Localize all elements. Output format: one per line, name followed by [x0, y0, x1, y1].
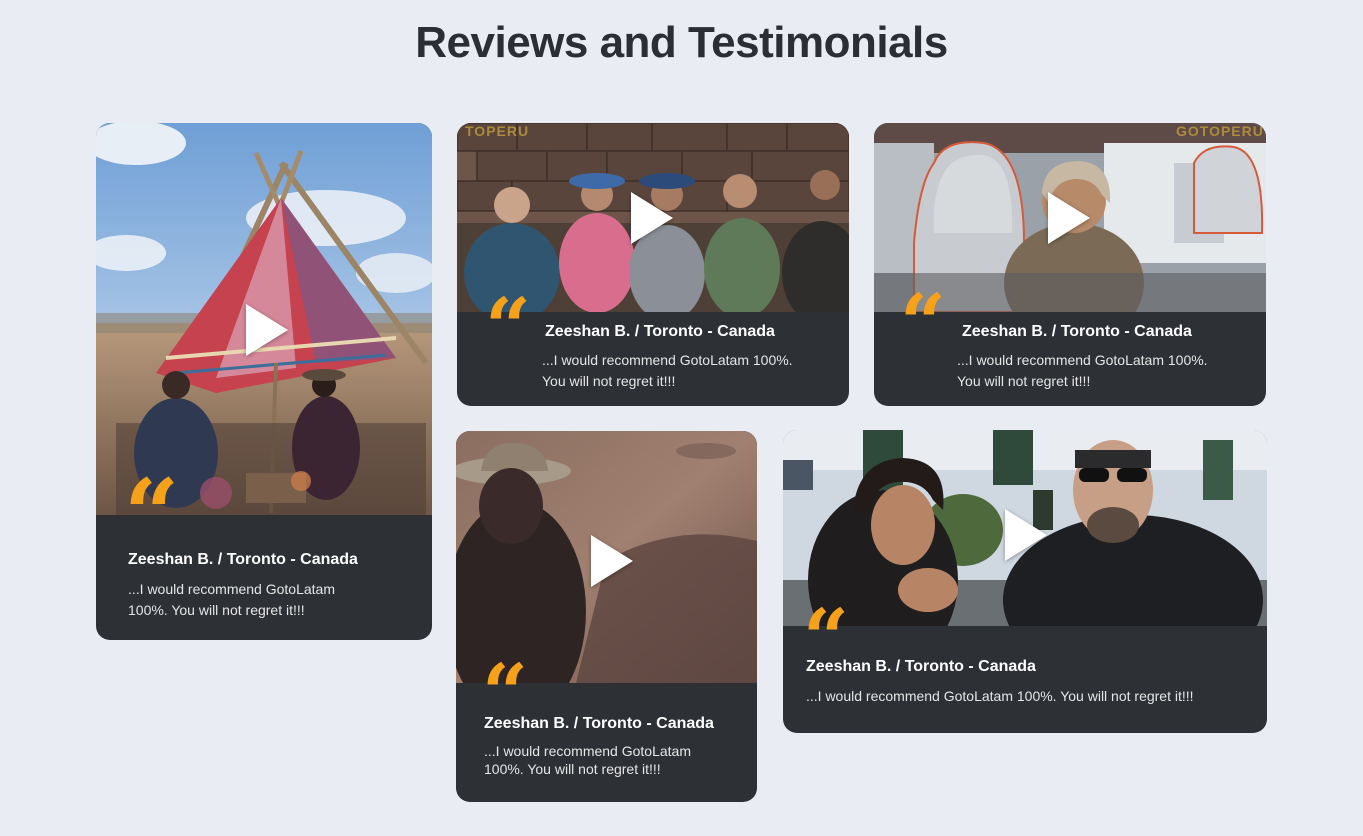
review-text: ...I would recommend GotoLatam 100%. You…: [542, 352, 793, 389]
reviewer-name: Zeeshan B. / Toronto - Canada: [484, 715, 714, 732]
quote-icon: “: [124, 458, 180, 571]
testimonial-card: “ Zeeshan B. / Toronto - Canada ...I wou…: [783, 430, 1267, 733]
review-text: ...I would recommend GotoLatam 100%. You…: [128, 581, 335, 618]
video-thumbnail[interactable]: [96, 123, 432, 515]
play-icon[interactable]: [1048, 192, 1090, 244]
video-watermark: GOTOPERU: [1176, 123, 1264, 139]
video-thumbnail[interactable]: [783, 430, 1267, 626]
video-watermark: TOPERU: [465, 123, 530, 139]
reviewer-name: Zeeshan B. / Toronto - Canada: [806, 658, 1036, 675]
reviews-section: Reviews and Testimonials “ Zeeshan B. / …: [0, 0, 1363, 836]
play-icon[interactable]: [246, 304, 288, 356]
reviewer-name: Zeeshan B. / Toronto - Canada: [545, 323, 775, 340]
testimonial-card: “ Zeeshan B. / Toronto - Canada ...I wou…: [456, 431, 757, 802]
review-text: ...I would recommend GotoLatam 100%. You…: [957, 352, 1208, 389]
testimonial-card: GOTOPERU “ Zeeshan B. / Toronto - Canada…: [874, 123, 1266, 406]
reviewer-name: Zeeshan B. / Toronto - Canada: [128, 551, 358, 568]
reviewer-name: Zeeshan B. / Toronto - Canada: [962, 323, 1192, 340]
play-icon[interactable]: [591, 535, 633, 587]
play-icon[interactable]: [631, 192, 673, 244]
testimonial-card: TOPERU “ Zeeshan B. / Toronto - Canada .…: [457, 123, 849, 406]
play-icon[interactable]: [1005, 509, 1047, 561]
page-title: Reviews and Testimonials: [415, 18, 948, 67]
review-text: ...I would recommend GotoLatam 100%. You…: [806, 688, 1194, 704]
testimonial-card: “ Zeeshan B. / Toronto - Canada ...I wou…: [96, 123, 432, 640]
review-text: ...I would recommend GotoLatam 100%. You…: [484, 743, 691, 777]
quote-icon: “: [900, 276, 947, 370]
quote-icon: “: [485, 280, 532, 374]
